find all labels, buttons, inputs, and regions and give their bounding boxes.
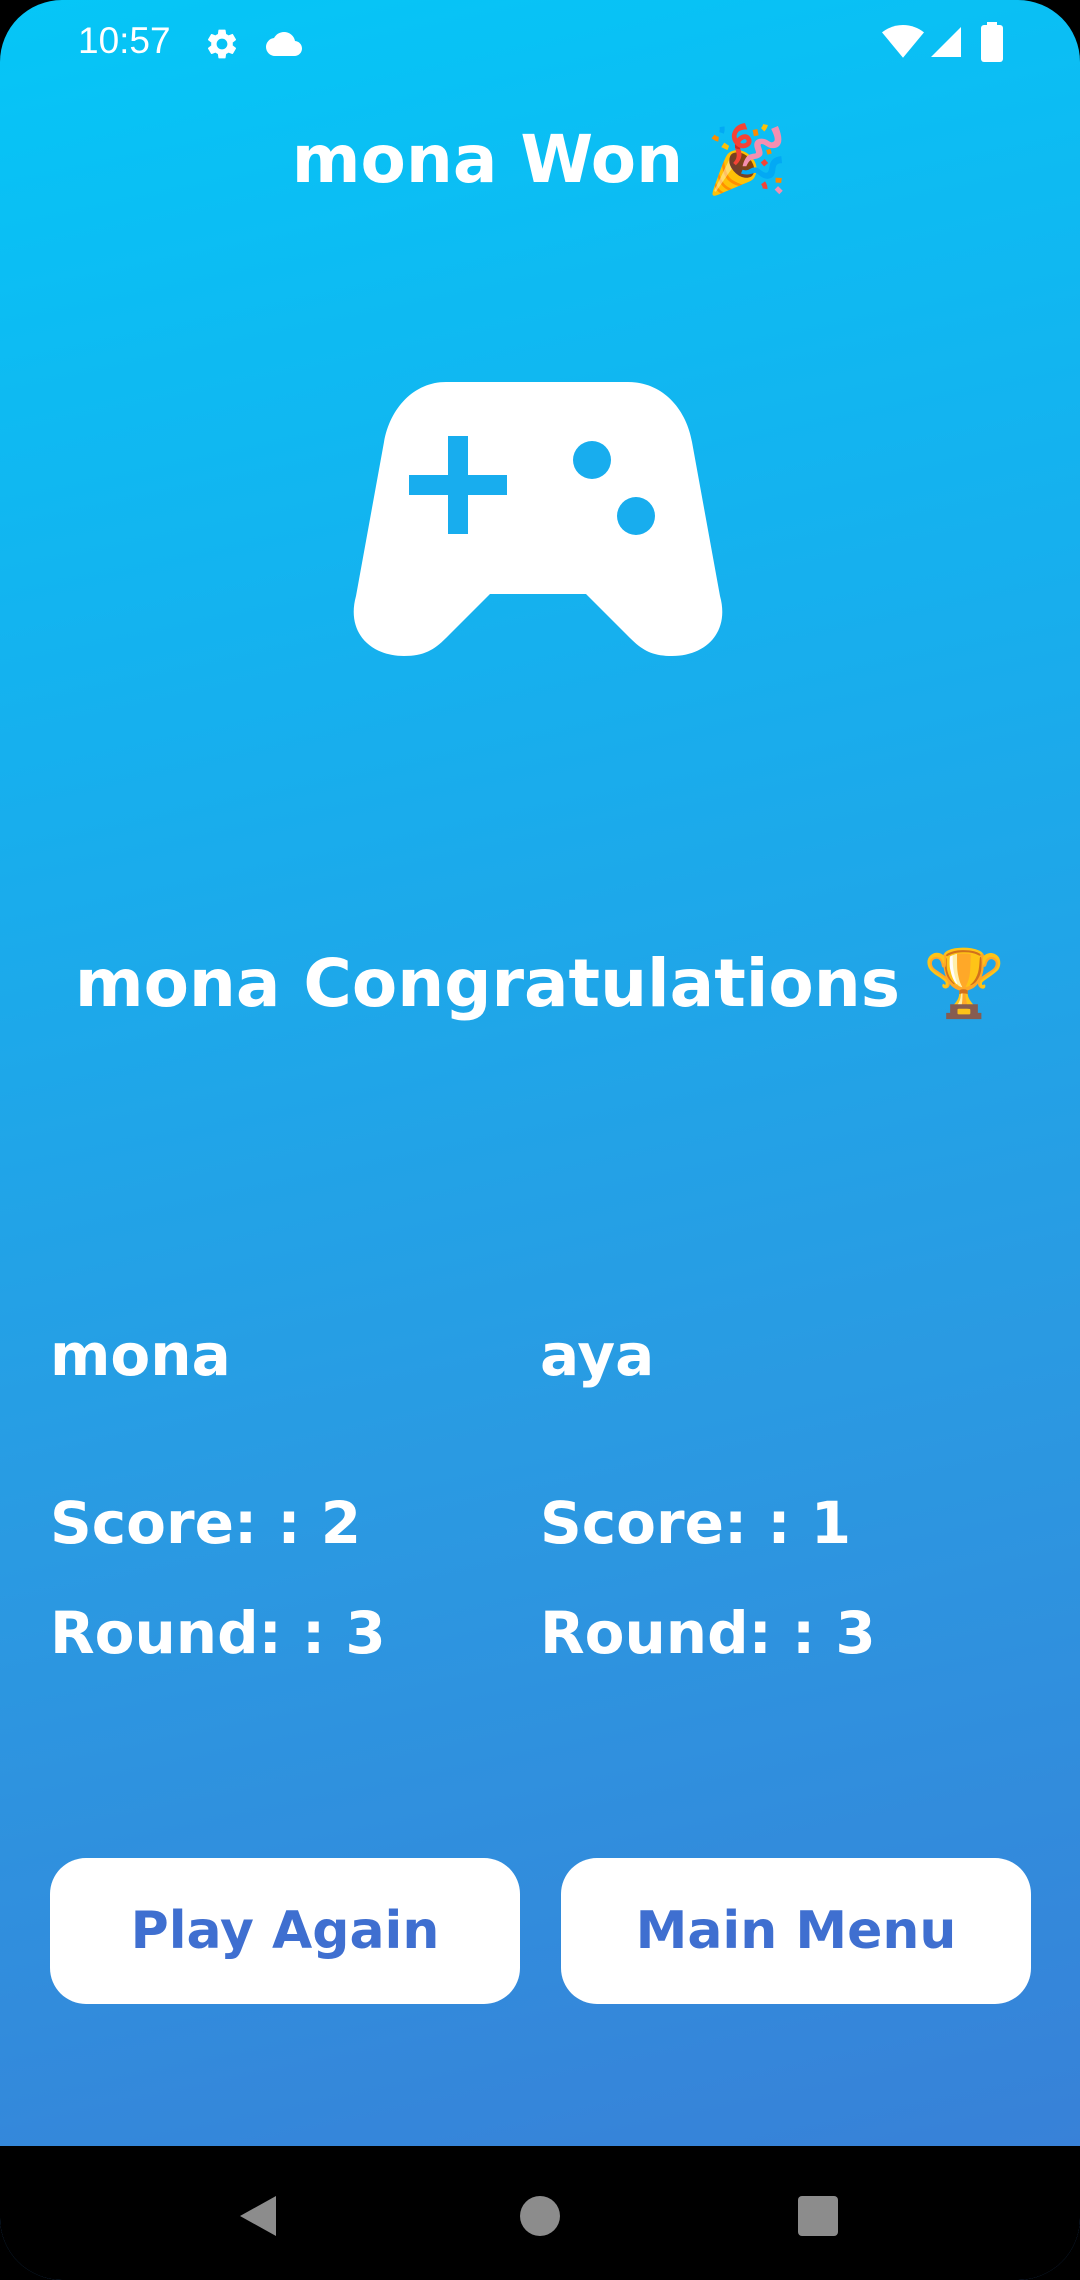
home-icon[interactable] bbox=[518, 2194, 562, 2238]
cloud-icon bbox=[266, 31, 302, 56]
player-name: aya bbox=[540, 1321, 655, 1389]
battery-icon bbox=[981, 22, 1003, 62]
status-bar: 10:57 bbox=[0, 0, 1080, 88]
player-score: Score: : 2 bbox=[50, 1489, 362, 1557]
status-time: 10:57 bbox=[78, 20, 171, 61]
back-icon[interactable] bbox=[236, 2194, 280, 2238]
recents-icon[interactable] bbox=[798, 2196, 838, 2236]
gamepad-icon bbox=[353, 382, 723, 656]
player-name: mona bbox=[50, 1321, 231, 1389]
congratulations-message: mona Congratulations 🏆 bbox=[74, 945, 1006, 1022]
page-title: mona Won 🎉 bbox=[291, 121, 789, 198]
navigation-bar bbox=[0, 2146, 1080, 2280]
player-score: Score: : 1 bbox=[540, 1489, 852, 1557]
gear-icon bbox=[207, 29, 237, 59]
player-round: Round: : 3 bbox=[540, 1599, 876, 1667]
signal-icon bbox=[931, 27, 961, 57]
main-menu-button[interactable]: Main Menu bbox=[561, 1858, 1031, 2004]
game-result-screen: 10:57 mona Won 🎉 mona Congratulations 🏆 bbox=[0, 0, 1080, 2280]
play-again-button[interactable]: Play Again bbox=[50, 1858, 520, 2004]
player-round: Round: : 3 bbox=[50, 1599, 386, 1667]
wifi-icon bbox=[882, 25, 924, 58]
